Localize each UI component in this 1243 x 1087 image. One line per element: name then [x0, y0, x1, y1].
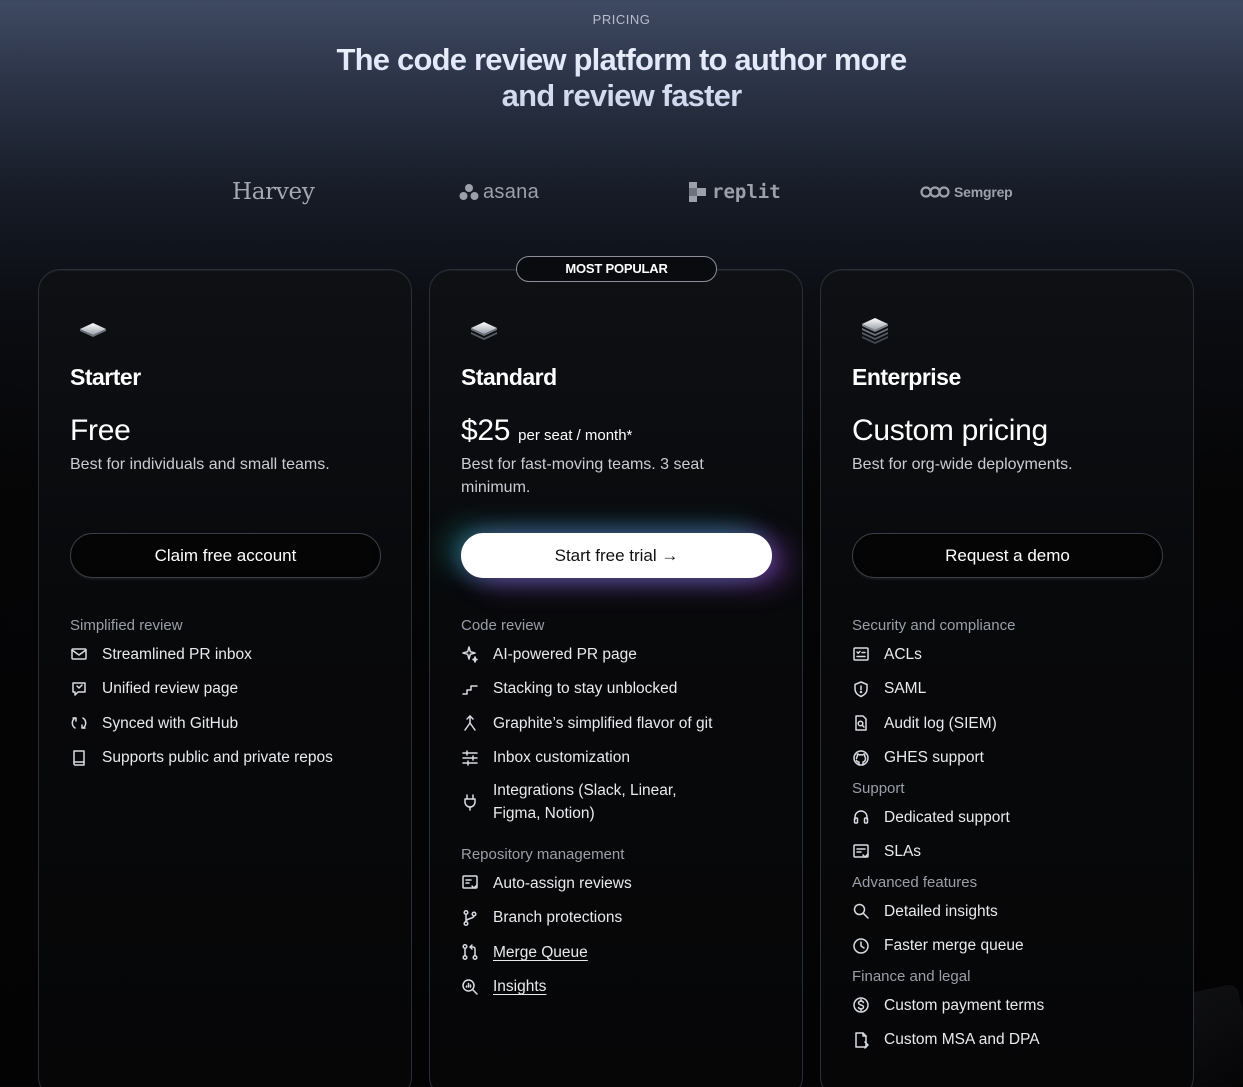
replit-logo: replit: [688, 170, 781, 214]
feature-list: Simplified review Streamlined PR inbox U…: [70, 615, 390, 775]
most-popular-badge: MOST POPULAR: [516, 256, 717, 282]
git-fork-icon: [461, 714, 479, 732]
clock-icon: [852, 937, 870, 955]
asana-logo: asana: [459, 170, 539, 214]
plan-description: Best for org-wide deployments.: [852, 456, 1073, 473]
claim-free-account-button[interactable]: Claim free account: [70, 533, 381, 578]
feature-item: Synced with GitHub: [70, 706, 390, 741]
price-unit: per seat / month*: [518, 427, 633, 444]
price-row: Free: [70, 414, 131, 448]
customer-logos: Harvey asana replit Semgrep: [0, 170, 1243, 214]
double-layer-icon: [468, 310, 500, 346]
shield-icon: [852, 680, 870, 698]
acl-icon: [852, 645, 870, 663]
price-row: Custom pricing: [852, 414, 1048, 448]
request-demo-button[interactable]: Request a demo: [852, 533, 1163, 578]
feature-section-label: Security and compliance: [852, 617, 1016, 634]
headset-icon: [852, 808, 870, 826]
plan-name: Standard: [461, 364, 557, 390]
audit-icon: [852, 714, 870, 732]
branch-icon: [461, 909, 479, 927]
mail-icon: [70, 645, 88, 663]
plan-card-starter: Starter Free Best for individuals and sm…: [38, 269, 412, 1087]
feature-item: GHES support: [852, 741, 1172, 776]
document-icon: [852, 1031, 870, 1049]
replit-mark-icon: [689, 182, 706, 202]
feature-item: Streamlined PR inbox: [70, 637, 390, 672]
checklist-icon: [461, 874, 479, 892]
feature-section-label: Repository management: [461, 846, 625, 863]
semgrep-logo: Semgrep: [920, 170, 1013, 214]
feature-section-label: Simplified review: [70, 617, 183, 634]
plan-name: Starter: [70, 364, 141, 390]
feature-section-label: Advanced features: [852, 874, 978, 891]
feature-item: Branch protections: [461, 901, 781, 936]
sync-icon: [70, 714, 88, 732]
feature-item: Insights: [461, 970, 781, 1005]
feature-item: Unified review page: [70, 672, 390, 707]
feature-item: Supports public and private repos: [70, 741, 390, 776]
pricing-eyebrow: PRICING: [592, 12, 651, 27]
github-icon: [852, 749, 870, 767]
feature-item: SAML: [852, 672, 1172, 707]
feature-item: Inbox customization: [461, 741, 781, 776]
feature-item: SLAs: [852, 835, 1172, 870]
merge-icon: [461, 943, 479, 961]
plan-name: Enterprise: [852, 364, 961, 390]
feature-item: Custom payment terms: [852, 988, 1172, 1023]
stacked-layers-icon: [859, 310, 891, 346]
plan-price: Custom pricing: [852, 414, 1048, 447]
plan-description: Best for fast-moving teams. 3 seat minim…: [461, 456, 704, 496]
feature-section-label: Finance and legal: [852, 968, 971, 985]
insights-link[interactable]: Insights: [493, 975, 546, 998]
search-icon: [852, 902, 870, 920]
feature-list: Security and compliance ACLs SAML Audit …: [852, 615, 1172, 1057]
feature-item: Graphite’s simplified flavor of git: [461, 706, 781, 741]
feature-item: Faster merge queue: [852, 929, 1172, 964]
stairs-icon: [461, 680, 479, 698]
feature-item: Stacking to stay unblocked: [461, 672, 781, 707]
feature-item: ACLs: [852, 637, 1172, 672]
page-title: The code review platform to author more …: [310, 42, 933, 114]
semgrep-rings-icon: [920, 186, 950, 198]
plan-price: $25: [461, 414, 511, 447]
insights-icon: [461, 978, 479, 996]
harvey-logo: Harvey: [232, 179, 315, 205]
sla-icon: [852, 843, 870, 861]
book-icon: [70, 749, 88, 767]
feature-section-label: Support: [852, 780, 905, 797]
dollar-icon: [852, 996, 870, 1014]
plan-card-enterprise: Enterprise Custom pricing Best for org-w…: [820, 269, 1194, 1087]
feature-item: Auto-assign reviews: [461, 866, 781, 901]
plan-card-standard: Standard $25 per seat / month* Best for …: [429, 269, 803, 1087]
plan-price: Free: [70, 414, 131, 447]
sliders-icon: [461, 749, 479, 767]
feature-item: Dedicated support: [852, 800, 1172, 835]
feature-item: Custom MSA and DPA: [852, 1023, 1172, 1058]
sparkle-icon: [461, 645, 479, 663]
merge-queue-link[interactable]: Merge Queue: [493, 941, 588, 964]
asana-dots-icon: [459, 184, 479, 200]
price-row: $25 per seat / month*: [461, 414, 632, 448]
start-free-trial-button[interactable]: Start free trial →: [461, 533, 772, 578]
feature-item: Integrations (Slack, Linear, Figma, Noti…: [461, 775, 781, 829]
feature-item: Merge Queue: [461, 935, 781, 970]
feature-list: Code review AI-powered PR page Stacking …: [461, 615, 781, 1004]
feature-item: Detailed insights: [852, 894, 1172, 929]
review-icon: [70, 680, 88, 698]
feature-section-label: Code review: [461, 617, 545, 634]
plan-description: Best for individuals and small teams.: [70, 456, 330, 473]
feature-item: AI-powered PR page: [461, 637, 781, 672]
plug-icon: [461, 793, 479, 811]
feature-item: Audit log (SIEM): [852, 706, 1172, 741]
single-layer-icon: [77, 310, 109, 346]
